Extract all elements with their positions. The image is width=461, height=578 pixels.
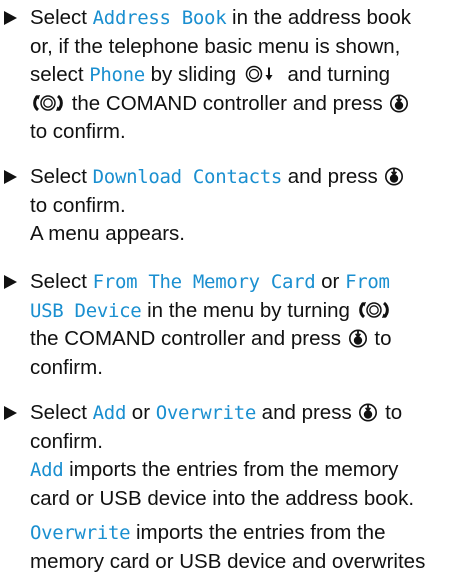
press-controller-icon <box>357 402 379 422</box>
instruction-page: Select Address Book in the address book o… <box>0 0 461 578</box>
menu-item-term: Add <box>30 459 64 481</box>
slide-down-controller-icon <box>242 64 282 84</box>
body-text: or <box>315 270 346 293</box>
text-line: Overwrite imports the entries from the <box>30 519 456 548</box>
menu-item-term: USB Device <box>30 299 142 322</box>
step-body: Select Download Contacts and press to co… <box>30 163 456 249</box>
text-line: card or USB device into the address book… <box>30 485 456 514</box>
step-body: Select From The Memory Card or From USB D… <box>30 268 456 382</box>
menu-item-term: Overwrite <box>155 402 257 424</box>
text-line: the COMAND controller and press to <box>30 325 456 354</box>
text-line: to confirm. <box>30 118 456 147</box>
body-text: A menu appears. <box>30 222 185 245</box>
body-text: confirm. <box>30 355 103 379</box>
body-text: and turning <box>281 63 391 86</box>
text-line: select Phone by sliding and turning <box>30 61 456 90</box>
menu-item-term: Address Book <box>92 7 227 29</box>
body-text: imports the entries from the <box>130 521 386 544</box>
instruction-step-3: Select From The Memory Card or From USB D… <box>4 268 456 382</box>
text-line: memory card or USB device and overwrites <box>30 548 456 577</box>
step-arrow-icon <box>4 11 17 25</box>
body-text: or <box>126 401 156 424</box>
text-line: USB Device in the menu by turning <box>30 297 456 326</box>
body-text: to <box>379 401 403 424</box>
text-line: confirm. <box>30 354 456 383</box>
body-text: to confirm. <box>30 120 126 143</box>
press-controller-icon <box>383 166 405 186</box>
body-text: or, if the telephone basic menu is shown… <box>30 34 401 58</box>
step-arrow-icon <box>4 170 17 184</box>
text-line: Select Download Contacts and press <box>30 163 456 192</box>
body-text: and press <box>282 165 384 188</box>
text-line: to confirm. <box>30 192 456 221</box>
menu-item-term: Overwrite <box>30 522 131 544</box>
turn-controller-icon <box>356 300 392 320</box>
text-line: Add imports the entries from the memory <box>30 456 456 485</box>
text-line: or, if the telephone basic menu is shown… <box>30 33 456 62</box>
body-text: Select <box>30 165 93 188</box>
body-text: in the address book <box>226 6 411 29</box>
body-text: and press <box>255 401 358 424</box>
turn-controller-icon <box>30 93 66 113</box>
body-text: the COMAND controller and press <box>30 327 347 350</box>
body-text: to <box>368 327 392 350</box>
step-body: Select Address Book in the address book o… <box>30 4 456 147</box>
menu-item-term: From <box>345 271 390 293</box>
body-text: the COMAND controller and press <box>66 91 389 115</box>
instruction-step-2: Select Download Contacts and press to co… <box>4 163 456 249</box>
body-text: memory card or USB device and overwrites <box>30 549 426 573</box>
text-line: the COMAND controller and press <box>30 90 456 119</box>
instruction-step-1: Select Address Book in the address book o… <box>4 4 456 147</box>
text-line: A menu appears. <box>30 220 456 249</box>
text-line: Select Add or Overwrite and press to <box>30 399 456 428</box>
step-body: Select Add or Overwrite and press to conf… <box>30 399 456 576</box>
menu-item-term: Phone <box>89 64 145 86</box>
instruction-step-4: Select Add or Overwrite and press to conf… <box>4 399 456 576</box>
menu-item-term: Add <box>92 402 127 424</box>
body-text: by sliding <box>144 63 242 86</box>
body-text: to confirm. <box>30 193 126 217</box>
body-text: confirm. <box>30 429 103 453</box>
step-arrow-icon <box>4 275 17 289</box>
text-line: Select Address Book in the address book <box>30 4 456 33</box>
body-text: Select <box>30 401 93 424</box>
text-line: confirm. <box>30 428 456 457</box>
body-text: card or USB device into the address book… <box>30 486 415 510</box>
press-controller-icon <box>347 328 369 348</box>
body-text: imports the entries from the memory <box>63 458 399 481</box>
menu-item-term: From The Memory Card <box>92 271 316 293</box>
step-arrow-icon <box>4 406 17 420</box>
body-text: select <box>30 63 90 86</box>
body-text: in the menu by turning <box>141 298 356 322</box>
press-controller-icon <box>388 93 410 113</box>
body-text: Select <box>30 270 93 293</box>
menu-item-term: Download Contacts <box>92 166 283 188</box>
text-line: Select From The Memory Card or From <box>30 268 456 297</box>
body-text: Select <box>30 6 93 29</box>
